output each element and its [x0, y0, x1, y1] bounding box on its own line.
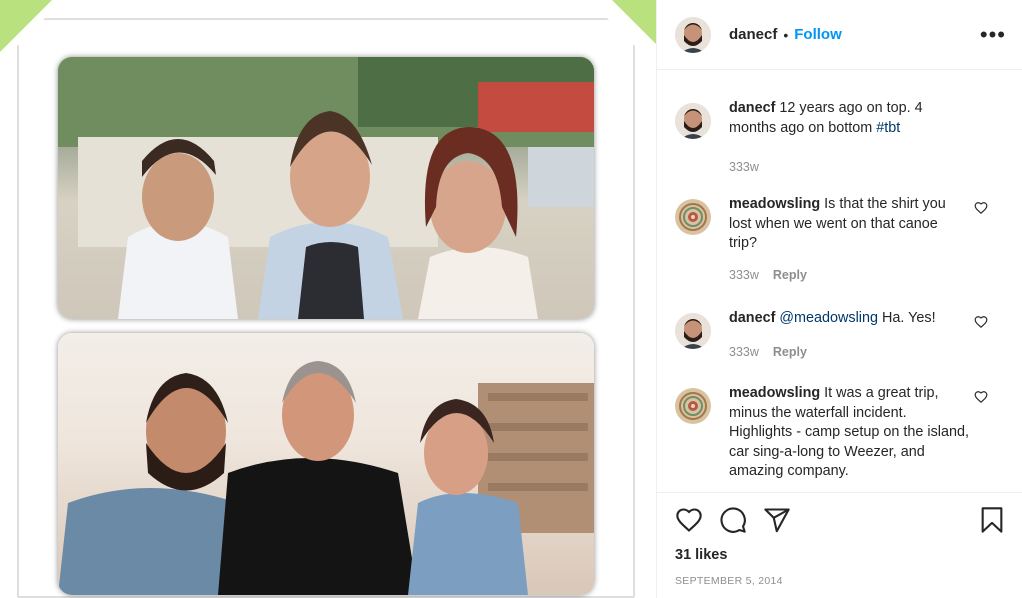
reply-button[interactable]: Reply: [773, 266, 807, 286]
post-header: danecf • Follow •••: [657, 0, 1022, 70]
caption-body: danecf 12 years ago on top. 4 months ago…: [729, 99, 969, 178]
bearded-man-avatar[interactable]: [675, 103, 711, 139]
post-caption: danecf 12 years ago on top. 4 months ago…: [675, 99, 1006, 178]
more-options-icon[interactable]: •••: [980, 23, 1006, 45]
comment-item: meadowsling It was a great trip, minus t…: [675, 384, 1006, 482]
mandala-avatar[interactable]: [675, 199, 711, 235]
comment-icon[interactable]: [719, 506, 747, 534]
small-heart-icon[interactable]: [974, 201, 988, 215]
comment-meta: 333w Reply: [729, 343, 969, 363]
comment-body: meadowsling Is that the shirt you lost w…: [729, 195, 969, 285]
caption-meta: 333w: [729, 158, 969, 178]
comments-list[interactable]: danecf 12 years ago on top. 4 months ago…: [657, 71, 1022, 492]
separator-dot: •: [783, 26, 789, 43]
old-photo: [58, 57, 594, 319]
comment-item: meadowsling Is that the shirt you lost w…: [675, 195, 1006, 285]
comment-body: meadowsling It was a great trip, minus t…: [729, 384, 969, 482]
comment-time[interactable]: 333w: [729, 343, 759, 363]
hashtag-link[interactable]: #tbt: [876, 120, 900, 136]
follow-button[interactable]: Follow: [794, 26, 842, 43]
comment-username[interactable]: meadowsling: [729, 196, 820, 212]
reply-button[interactable]: Reply: [773, 343, 807, 363]
bookmark-icon[interactable]: [978, 506, 1006, 534]
post-actions-section: 31 likes September 5, 2014: [657, 492, 1022, 598]
comment-meta: 333w Reply: [729, 266, 969, 286]
comment-time[interactable]: 333w: [729, 266, 759, 286]
mention-link[interactable]: @meadowsling: [779, 310, 878, 326]
post-side-panel: danecf • Follow ••• danecf 12 years ago …: [656, 0, 1022, 598]
comment-body: danecf @meadowsling Ha. Yes! 333w Reply: [729, 309, 969, 362]
bearded-man-avatar[interactable]: [675, 313, 711, 349]
action-buttons: [675, 493, 1006, 547]
post-date[interactable]: September 5, 2014: [675, 575, 1006, 587]
comment-text: Ha. Yes!: [882, 310, 936, 326]
small-heart-icon[interactable]: [974, 390, 988, 404]
author-avatar[interactable]: [675, 16, 711, 53]
heart-icon[interactable]: [675, 506, 703, 534]
author-username[interactable]: danecf: [729, 26, 777, 43]
mandala-avatar[interactable]: [675, 388, 711, 424]
small-heart-icon[interactable]: [974, 315, 988, 329]
send-icon[interactable]: [763, 506, 791, 534]
caption-username[interactable]: danecf: [729, 100, 775, 116]
recent-photo: [58, 333, 594, 595]
comment-item: danecf @meadowsling Ha. Yes! 333w Reply: [675, 309, 1006, 362]
comment-username[interactable]: danecf: [729, 310, 775, 326]
post-image[interactable]: [0, 0, 656, 598]
likes-count[interactable]: 31 likes: [675, 547, 1006, 563]
comment-username[interactable]: meadowsling: [729, 385, 820, 401]
caption-time[interactable]: 333w: [729, 158, 759, 178]
